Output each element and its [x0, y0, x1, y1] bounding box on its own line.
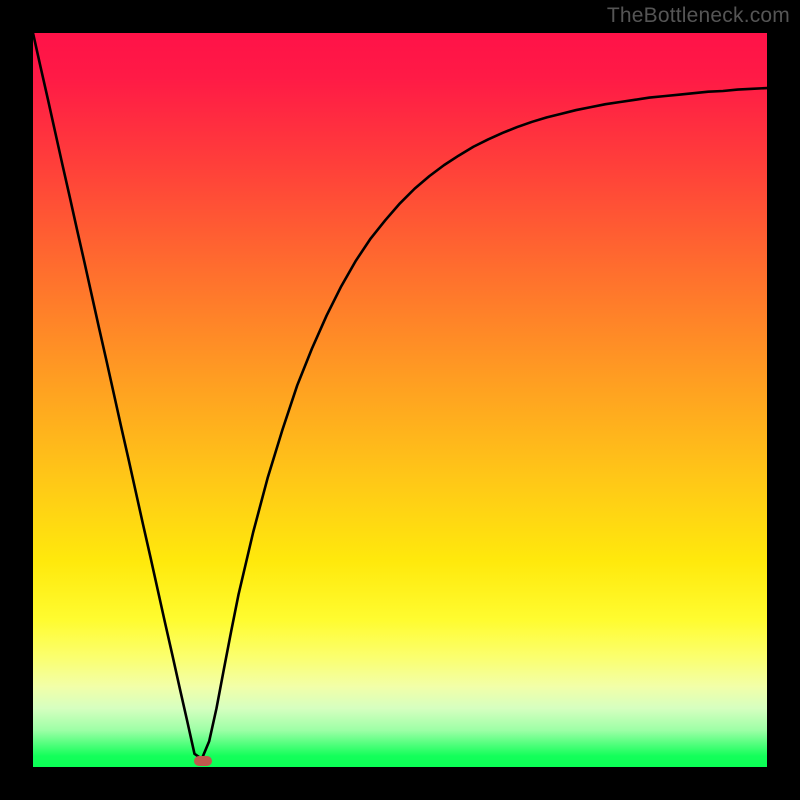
bottleneck-curve	[33, 33, 767, 759]
plot-area	[33, 33, 767, 767]
attribution-text: TheBottleneck.com	[607, 4, 790, 28]
min-point-marker	[194, 756, 212, 766]
curve-svg	[33, 33, 767, 767]
outer-frame: TheBottleneck.com	[0, 0, 800, 800]
